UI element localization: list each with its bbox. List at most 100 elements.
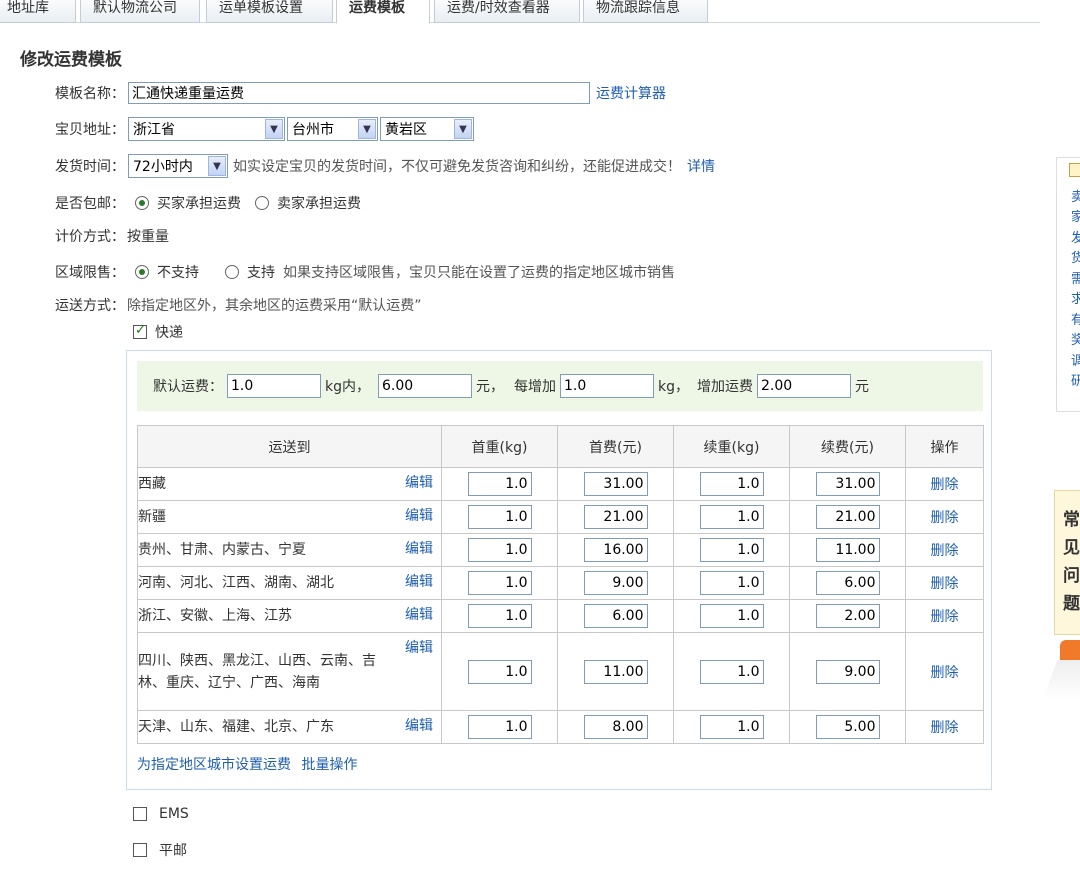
- faq-stand-icon: [1042, 660, 1080, 700]
- additional-fee-input[interactable]: [815, 571, 880, 595]
- additional-weight-input[interactable]: [699, 604, 764, 628]
- destination-text: 四川、陕西、黑龙江、山西、云南、吉林、重庆、辽宁、广西、海南: [138, 652, 376, 691]
- default-fee-unit: 元，: [476, 379, 504, 395]
- additional-weight-input[interactable]: [699, 571, 764, 595]
- survey-side-panel[interactable]: 卖 家 发 货 需 求 有 奖 调 研: [1056, 157, 1080, 412]
- tab-waybill-template[interactable]: 运单模板设置: [206, 0, 333, 23]
- first-fee-input[interactable]: [583, 505, 648, 529]
- tab-address-book[interactable]: 地址库: [0, 0, 76, 23]
- first-weight-input[interactable]: [467, 538, 532, 562]
- tab-logistics-tracking[interactable]: 物流跟踪信息: [583, 0, 708, 23]
- seller-pays-radio[interactable]: [255, 196, 269, 210]
- edit-destination-link[interactable]: 编辑: [405, 637, 433, 659]
- city-select[interactable]: 台州市 ▼: [287, 117, 378, 141]
- faq-char: 问: [1063, 566, 1080, 586]
- operation-cell: 删除: [905, 533, 984, 567]
- region-unsupported-label: 不支持: [157, 265, 199, 281]
- ems-label: EMS: [159, 806, 189, 822]
- first-fee-input[interactable]: [583, 604, 648, 628]
- first-fee-cell: [557, 710, 674, 744]
- template-name-row: 模板名称： 运费计算器: [0, 81, 666, 105]
- item-address-label: 宝贝地址：: [55, 122, 125, 138]
- additional-weight-input[interactable]: [699, 472, 764, 496]
- first-weight-input[interactable]: [467, 571, 532, 595]
- survey-char: 调: [1071, 354, 1080, 369]
- first-fee-input[interactable]: [583, 538, 648, 562]
- edit-destination-link[interactable]: 编辑: [405, 604, 433, 626]
- delete-row-link[interactable]: 删除: [931, 543, 959, 559]
- freight-calculator-link[interactable]: 运费计算器: [596, 83, 666, 103]
- ship-time-select[interactable]: 72小时内 ▼: [128, 154, 228, 178]
- province-select[interactable]: 浙江省 ▼: [128, 117, 285, 141]
- set-region-fee-link[interactable]: 为指定地区城市设置运费: [137, 757, 291, 773]
- region-unsupported-radio[interactable]: [135, 265, 149, 279]
- tab-freight-template[interactable]: 运费模板: [336, 0, 430, 24]
- surface-mail-checkbox[interactable]: [133, 843, 147, 857]
- additional-fee-input[interactable]: [815, 604, 880, 628]
- first-fee-cell: [557, 599, 674, 633]
- rate-row: 贵州、甘肃、内蒙古、宁夏 编辑 删除: [137, 533, 984, 567]
- delete-row-link[interactable]: 删除: [931, 477, 959, 493]
- delete-row-link[interactable]: 删除: [931, 720, 959, 736]
- edit-destination-link[interactable]: 编辑: [405, 571, 433, 593]
- region-supported-radio[interactable]: [225, 265, 239, 279]
- operation-cell: 删除: [905, 500, 984, 534]
- additional-weight-input[interactable]: [699, 715, 764, 739]
- additional-fee-input[interactable]: [815, 505, 880, 529]
- first-weight-input[interactable]: [467, 604, 532, 628]
- additional-weight-input[interactable]: [699, 505, 764, 529]
- header-first-weight: 首重(kg): [441, 425, 558, 468]
- template-name-label: 模板名称：: [55, 86, 125, 102]
- first-weight-input[interactable]: [467, 659, 532, 684]
- delete-row-link[interactable]: 删除: [931, 609, 959, 625]
- ems-checkbox[interactable]: [133, 807, 147, 821]
- header-additional-weight: 续重(kg): [673, 425, 790, 468]
- additional-weight-input[interactable]: [699, 659, 764, 684]
- additional-fee-input[interactable]: [815, 538, 880, 562]
- additional-weight-input[interactable]: [699, 538, 764, 562]
- first-weight-input[interactable]: [467, 715, 532, 739]
- express-checkbox[interactable]: [133, 323, 147, 339]
- district-select[interactable]: 黄岩区 ▼: [380, 117, 474, 141]
- first-fee-input[interactable]: [583, 715, 648, 739]
- operation-cell: 删除: [905, 710, 984, 744]
- first-weight-input[interactable]: [467, 505, 532, 529]
- edit-destination-link[interactable]: 编辑: [405, 505, 433, 527]
- tab-bar: 地址库 默认物流公司 运单模板设置 运费模板 运费/时效查看器 物流跟踪信息: [0, 0, 1040, 24]
- details-link[interactable]: 详情: [687, 156, 715, 176]
- item-address-row: 宝贝地址： 浙江省 ▼ 台州市 ▼ 黄岩区 ▼: [0, 117, 476, 141]
- default-fee-input[interactable]: [378, 374, 472, 398]
- first-fee-input[interactable]: [583, 571, 648, 595]
- edit-destination-link[interactable]: 编辑: [405, 472, 433, 494]
- edit-destination-link[interactable]: 编辑: [405, 538, 433, 560]
- additional-weight-cell: [673, 599, 790, 633]
- rate-row: 浙江、安徽、上海、江苏 编辑 删除: [137, 599, 984, 633]
- first-weight-cell: [441, 533, 558, 567]
- destination-cell: 四川、陕西、黑龙江、山西、云南、吉林、重庆、辽宁、广西、海南 编辑: [137, 632, 442, 711]
- tab-freight-viewer[interactable]: 运费/时效查看器: [434, 0, 580, 23]
- first-fee-input[interactable]: [583, 472, 648, 496]
- pricing-value: 按重量: [127, 229, 169, 245]
- add-weight-input[interactable]: [560, 374, 654, 398]
- additional-fee-input[interactable]: [815, 659, 880, 684]
- faq-side-panel[interactable]: 常 见 问 题: [1054, 490, 1080, 635]
- first-fee-input[interactable]: [583, 659, 648, 684]
- delete-row-link[interactable]: 删除: [931, 665, 959, 681]
- buyer-pays-radio[interactable]: [135, 196, 149, 210]
- additional-fee-input[interactable]: [815, 715, 880, 739]
- faq-char: 见: [1063, 538, 1080, 558]
- batch-operation-link[interactable]: 批量操作: [301, 757, 357, 773]
- edit-destination-link[interactable]: 编辑: [405, 715, 433, 737]
- template-name-input[interactable]: [128, 82, 590, 104]
- default-weight-input[interactable]: [227, 374, 321, 398]
- delete-row-link[interactable]: 删除: [931, 510, 959, 526]
- operation-cell: 删除: [905, 467, 984, 501]
- chevron-down-icon: ▼: [265, 119, 283, 139]
- tab-default-logistics[interactable]: 默认物流公司: [80, 0, 200, 23]
- additional-fee-cell: [789, 710, 906, 744]
- first-weight-input[interactable]: [467, 472, 532, 496]
- survey-char: 奖: [1071, 333, 1080, 348]
- add-fee-input[interactable]: [757, 374, 851, 398]
- delete-row-link[interactable]: 删除: [931, 576, 959, 592]
- additional-fee-input[interactable]: [815, 472, 880, 496]
